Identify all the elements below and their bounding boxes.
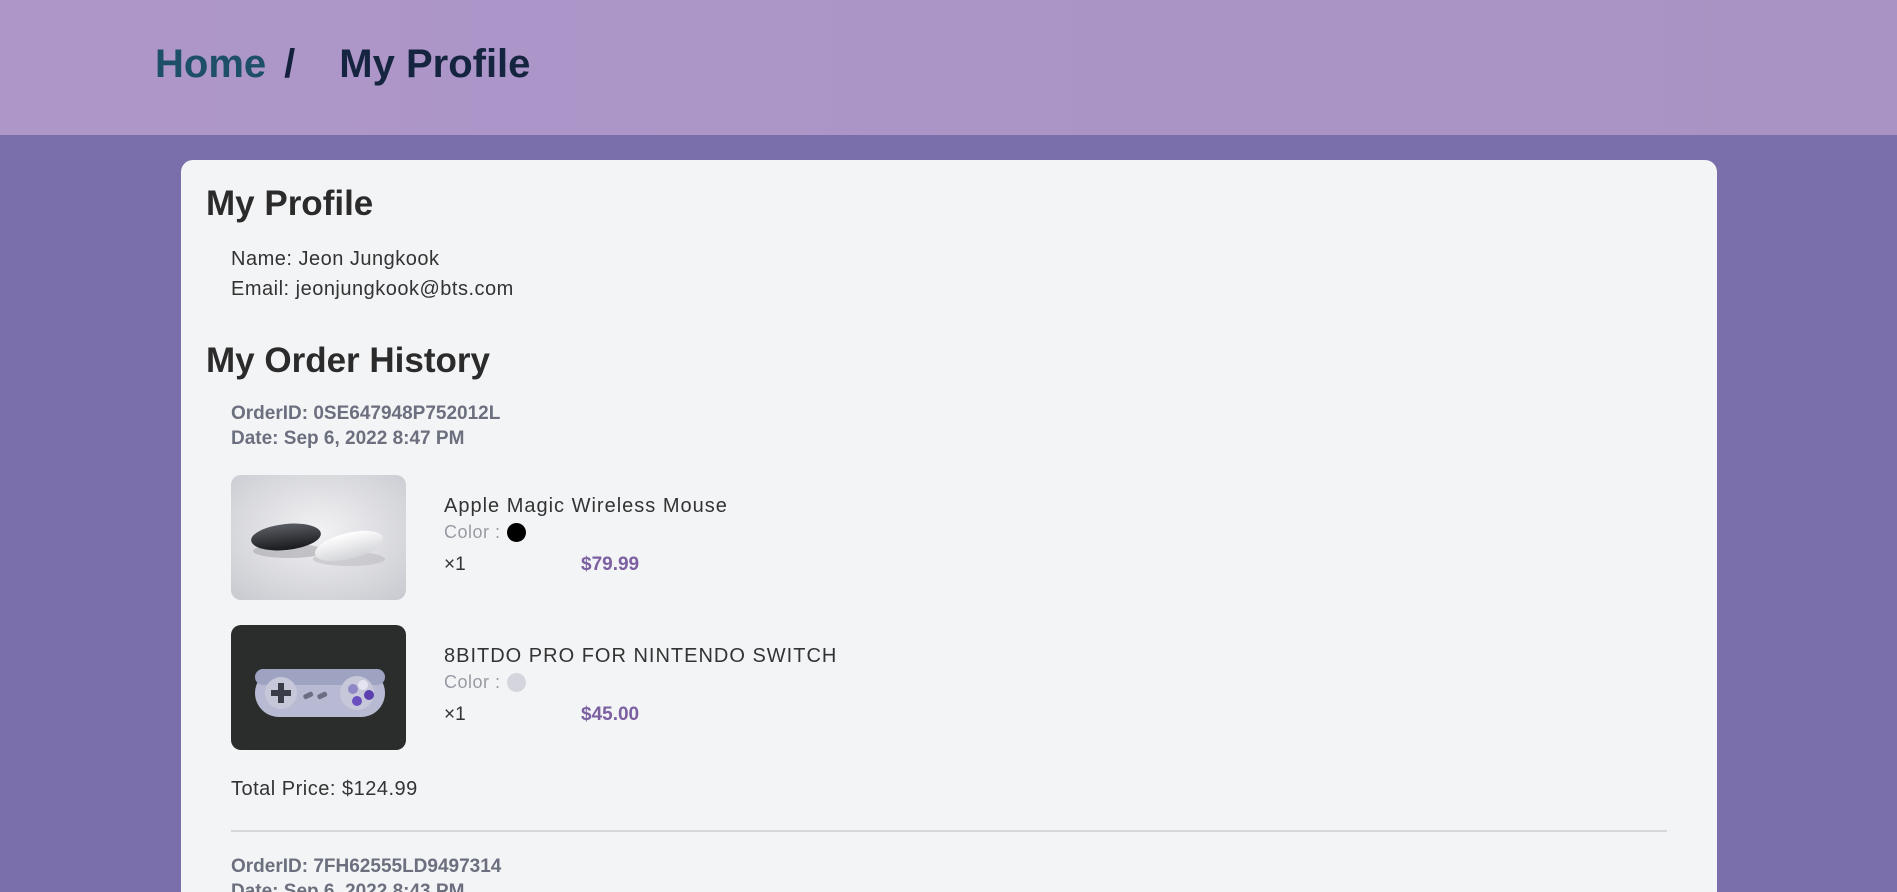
order-item: Apple Magic Wireless Mouse Color : ×1 $7… xyxy=(231,475,1131,600)
color-label: Color : xyxy=(444,672,501,692)
order-date: Date: Sep 6, 2022 8:47 PM xyxy=(231,428,465,449)
breadcrumb-home-link[interactable]: Home xyxy=(155,42,266,87)
order-item: 8BITDO PRO FOR NINTENDO SWITCH Color : ×… xyxy=(231,625,1131,750)
order-meta: OrderID: 7FH62555LD9497314 Date: Sep 6, … xyxy=(231,854,501,892)
breadcrumb-separator: / xyxy=(284,42,296,86)
color-swatch xyxy=(506,523,526,542)
breadcrumb: Home / My Profile xyxy=(155,42,530,87)
product-price: $79.99 xyxy=(581,554,640,575)
color-label: Color : xyxy=(444,522,501,542)
order-id: OrderID: 7FH62555LD9497314 xyxy=(231,856,502,877)
order-total: Total Price: $124.99 xyxy=(231,778,418,800)
product-color: Color : xyxy=(444,522,526,543)
top-header: Home / My Profile xyxy=(0,0,1897,135)
product-quantity: ×1 xyxy=(444,704,466,725)
order-divider xyxy=(231,830,1667,832)
breadcrumb-current: My Profile xyxy=(339,42,531,86)
profile-heading: My Profile xyxy=(206,184,374,223)
profile-email: Email: jeonjungkook@bts.com xyxy=(231,278,514,300)
order-meta: OrderID: 0SE647948P752012L Date: Sep 6, … xyxy=(231,401,500,451)
order-history-heading: My Order History xyxy=(206,341,490,380)
profile-name: Name: Jeon Jungkook xyxy=(231,248,440,270)
profile-card: My Profile Name: Jeon Jungkook Email: je… xyxy=(181,160,1717,892)
product-image-mouse xyxy=(231,475,406,600)
order-id: OrderID: 0SE647948P752012L xyxy=(231,403,501,424)
product-price: $45.00 xyxy=(581,704,640,725)
product-name: Apple Magic Wireless Mouse xyxy=(444,495,728,517)
product-image-controller xyxy=(231,625,406,750)
product-color: Color : xyxy=(444,672,526,693)
order-date: Date: Sep 6, 2022 8:43 PM xyxy=(231,881,465,892)
product-name: 8BITDO PRO FOR NINTENDO SWITCH xyxy=(444,645,838,667)
color-swatch xyxy=(506,673,526,692)
product-quantity: ×1 xyxy=(444,554,466,575)
